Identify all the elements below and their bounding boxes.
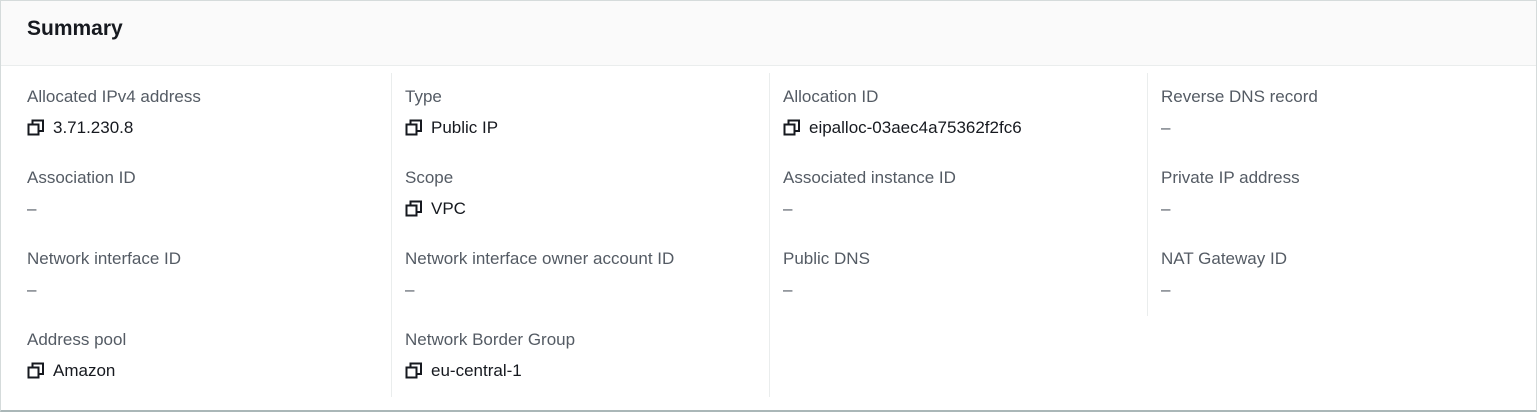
field-association-id: Association ID – [1,154,379,235]
field-label: Network interface owner account ID [405,249,675,268]
page-title: Summary [27,17,123,40]
field-value: eipalloc-03aec4a75362f2fc6 [783,117,1022,139]
field-network-border-group: Network Border Group eu-central-1 [392,316,770,397]
field-nat-gateway-id: NAT Gateway ID – [1148,235,1526,316]
field-value: – [405,280,415,299]
field-value: – [1161,280,1171,299]
field-value: 3.71.230.8 [27,117,133,139]
field-label: Association ID [27,168,136,187]
copy-icon[interactable] [27,119,45,137]
field-label: Type [405,87,442,106]
field-value: eu-central-1 [405,360,522,382]
field-reverse-dns-record: Reverse DNS record – [1148,73,1526,154]
field-value: – [1161,199,1171,218]
address-pool-value: Amazon [53,361,116,380]
summary-panel: Summary Allocated IPv4 address 3.71.230.… [0,0,1537,412]
field-allocation-id: Allocation ID eipalloc-03aec4a75362f2fc6 [770,73,1148,154]
network-border-group-value: eu-central-1 [431,361,522,380]
field-public-dns: Public DNS – [770,235,1148,316]
field-label: Scope [405,168,454,187]
copy-icon[interactable] [405,119,423,137]
allocated-ipv4-value: 3.71.230.8 [53,118,134,137]
copy-icon[interactable] [405,362,423,380]
field-label: NAT Gateway ID [1161,249,1287,268]
field-scope: Scope VPC [392,154,770,235]
summary-header: Summary [1,1,1536,66]
field-label: Network Border Group [405,330,576,349]
summary-column-2: Type Public IP Scope VPC Network interfa… [391,73,770,397]
field-address-pool: Address pool Amazon [1,316,379,397]
field-network-interface-id: Network interface ID – [1,235,379,316]
field-associated-instance-id: Associated instance ID – [770,154,1148,235]
field-label: Allocation ID [783,87,879,106]
field-value: Public IP [405,117,498,139]
field-value: VPC [405,198,466,220]
field-value: – [1161,118,1171,137]
scope-value: VPC [431,199,466,218]
field-value: – [27,280,37,299]
field-value: Amazon [27,360,115,382]
field-network-interface-owner-account-id: Network interface owner account ID – [392,235,770,316]
field-value: – [783,280,793,299]
copy-icon[interactable] [405,200,423,218]
allocation-id-value: eipalloc-03aec4a75362f2fc6 [809,118,1022,137]
field-allocated-ipv4-address: Allocated IPv4 address 3.71.230.8 [1,73,379,154]
field-label: Public DNS [783,249,870,268]
field-label: Reverse DNS record [1161,87,1318,106]
field-private-ip-address: Private IP address – [1148,154,1526,235]
type-value: Public IP [431,118,499,137]
field-label: Network interface ID [27,249,181,268]
field-label: Allocated IPv4 address [27,87,201,106]
summary-column-3: Allocation ID eipalloc-03aec4a75362f2fc6… [769,73,1148,397]
field-label: Private IP address [1161,168,1300,187]
field-value: – [27,199,37,218]
copy-icon[interactable] [783,119,801,137]
field-value: – [783,199,793,218]
summary-column-4: Reverse DNS record – Private IP address … [1147,73,1526,316]
summary-column-1: Allocated IPv4 address 3.71.230.8 Associ… [1,73,379,397]
summary-columns: Allocated IPv4 address 3.71.230.8 Associ… [1,66,1536,410]
field-label: Address pool [27,330,127,349]
copy-icon[interactable] [27,362,45,380]
field-label: Associated instance ID [783,168,956,187]
field-type: Type Public IP [392,73,770,154]
